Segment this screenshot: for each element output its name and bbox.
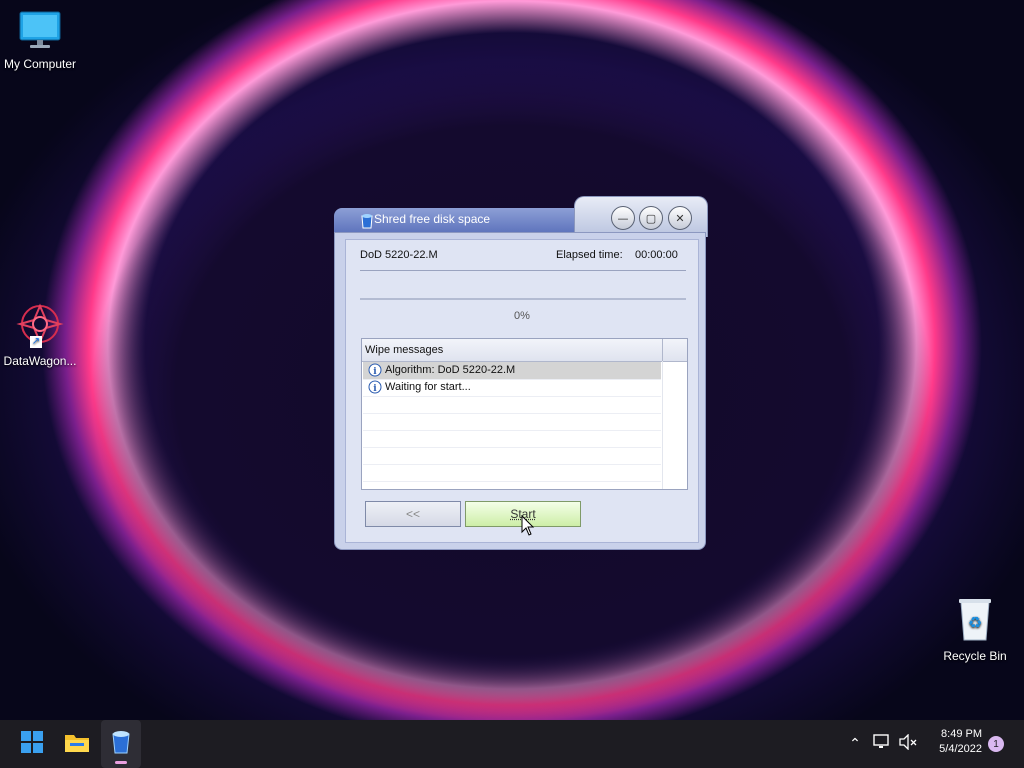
elapsed-time-label: Elapsed time: bbox=[556, 249, 623, 261]
svg-text:♻: ♻ bbox=[968, 613, 982, 632]
desktop-icon-label: Recycle Bin bbox=[943, 649, 1007, 663]
list-empty-row bbox=[363, 464, 661, 482]
clock[interactable]: 8:49 PM 5/4/2022 bbox=[920, 728, 982, 755]
minimize-button[interactable]: — bbox=[611, 206, 635, 230]
list-empty-row bbox=[363, 413, 661, 431]
clock-date: 5/4/2022 bbox=[939, 743, 982, 755]
close-button[interactable]: ✕ bbox=[668, 206, 692, 230]
taskbar-shredder-app[interactable] bbox=[101, 720, 141, 768]
separator bbox=[360, 270, 686, 271]
shredder-app-icon bbox=[110, 729, 132, 759]
mouse-cursor-icon bbox=[521, 514, 535, 541]
svg-text:i: i bbox=[373, 384, 377, 394]
dialog-title: Shred free disk space bbox=[374, 212, 491, 226]
elapsed-time-value: 00:00:00 bbox=[635, 249, 678, 261]
file-explorer-icon bbox=[64, 731, 90, 757]
start-button[interactable] bbox=[12, 720, 52, 768]
progress-percent: 0% bbox=[514, 310, 530, 322]
desktop-icon-datawagon[interactable]: ↗ DataWagon... bbox=[0, 302, 80, 368]
desktop-icon-recycle-bin[interactable]: ♻ Recycle Bin bbox=[935, 596, 1015, 663]
windows-start-icon bbox=[21, 731, 43, 757]
maximize-icon: ▢ bbox=[645, 211, 657, 225]
desktop-icon-label: My Computer bbox=[3, 57, 77, 71]
list-item[interactable]: i Algorithm: DoD 5220-22.M bbox=[363, 362, 661, 380]
recycle-bin-icon: ♻ bbox=[935, 596, 1015, 645]
active-app-indicator bbox=[115, 761, 127, 764]
close-icon: ✕ bbox=[675, 211, 685, 225]
progress-bar bbox=[360, 298, 686, 300]
list-column-header[interactable]: Wipe messages bbox=[362, 339, 663, 362]
list-item-text: Algorithm: DoD 5220-22.M bbox=[385, 364, 516, 376]
desktop-icon-label: DataWagon... bbox=[3, 354, 77, 368]
wipe-messages-list[interactable]: Wipe messages i Algorithm: DoD 5220-22.M… bbox=[361, 338, 688, 490]
clock-time: 8:49 PM bbox=[941, 728, 982, 740]
list-empty-row bbox=[363, 430, 661, 448]
minimize-icon: — bbox=[617, 211, 629, 225]
svg-text:i: i bbox=[373, 367, 377, 377]
list-item-text: Waiting for start... bbox=[385, 381, 471, 393]
list-empty-row bbox=[363, 447, 661, 465]
list-empty-row bbox=[363, 396, 661, 414]
algorithm-label: DoD 5220-22.M bbox=[360, 249, 438, 261]
desktop-icon-my-computer[interactable]: My Computer bbox=[0, 10, 80, 71]
notification-count: 1 bbox=[993, 738, 999, 750]
shortcut-arrow-icon: ↗ bbox=[30, 336, 42, 348]
taskbar: ⌃ 8:49 PM 5/4/2022 1 bbox=[0, 720, 1024, 768]
back-button[interactable]: << bbox=[365, 501, 461, 527]
datawagon-logo-icon: ↗ bbox=[16, 302, 64, 350]
shredder-app-icon bbox=[360, 213, 374, 233]
column-divider bbox=[662, 361, 663, 489]
taskbar-file-explorer[interactable] bbox=[57, 720, 97, 768]
maximize-button[interactable]: ▢ bbox=[639, 206, 663, 230]
volume-muted-icon bbox=[899, 733, 917, 754]
list-header-label: Wipe messages bbox=[365, 344, 444, 356]
list-column-header-extra[interactable] bbox=[663, 339, 687, 362]
notification-badge[interactable]: 1 bbox=[988, 736, 1004, 752]
chevron-up-icon: ⌃ bbox=[849, 736, 861, 752]
computer-icon bbox=[0, 10, 80, 53]
list-item[interactable]: i Waiting for start... bbox=[363, 379, 661, 397]
